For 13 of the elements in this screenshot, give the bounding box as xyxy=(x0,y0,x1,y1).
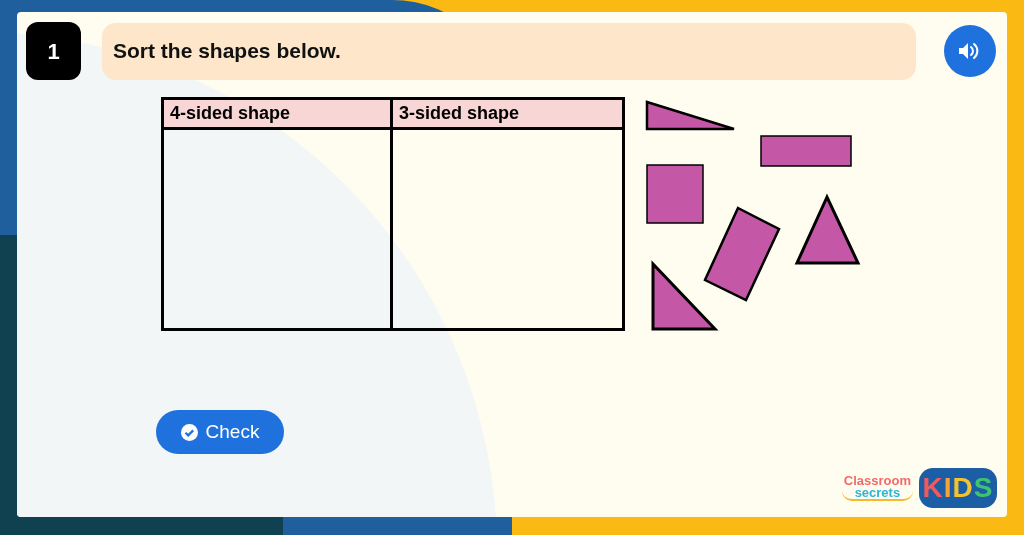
check-button[interactable]: Check xyxy=(156,410,284,454)
speaker-button[interactable] xyxy=(944,25,996,77)
triangle-shape[interactable] xyxy=(651,260,719,331)
triangle-shape[interactable] xyxy=(794,193,861,265)
triangle-shape[interactable] xyxy=(645,100,736,131)
column-header: 3-sided shape xyxy=(393,100,622,130)
question-number: 1 xyxy=(26,22,81,80)
square-shape[interactable] xyxy=(646,164,704,224)
logo-wordmark: Classroom secrets xyxy=(841,475,913,501)
check-circle-icon xyxy=(180,423,198,441)
kids-logo: KIDS xyxy=(919,468,997,508)
question-prompt: Sort the shapes below. xyxy=(102,22,916,80)
column-header: 4-sided shape xyxy=(164,100,393,130)
